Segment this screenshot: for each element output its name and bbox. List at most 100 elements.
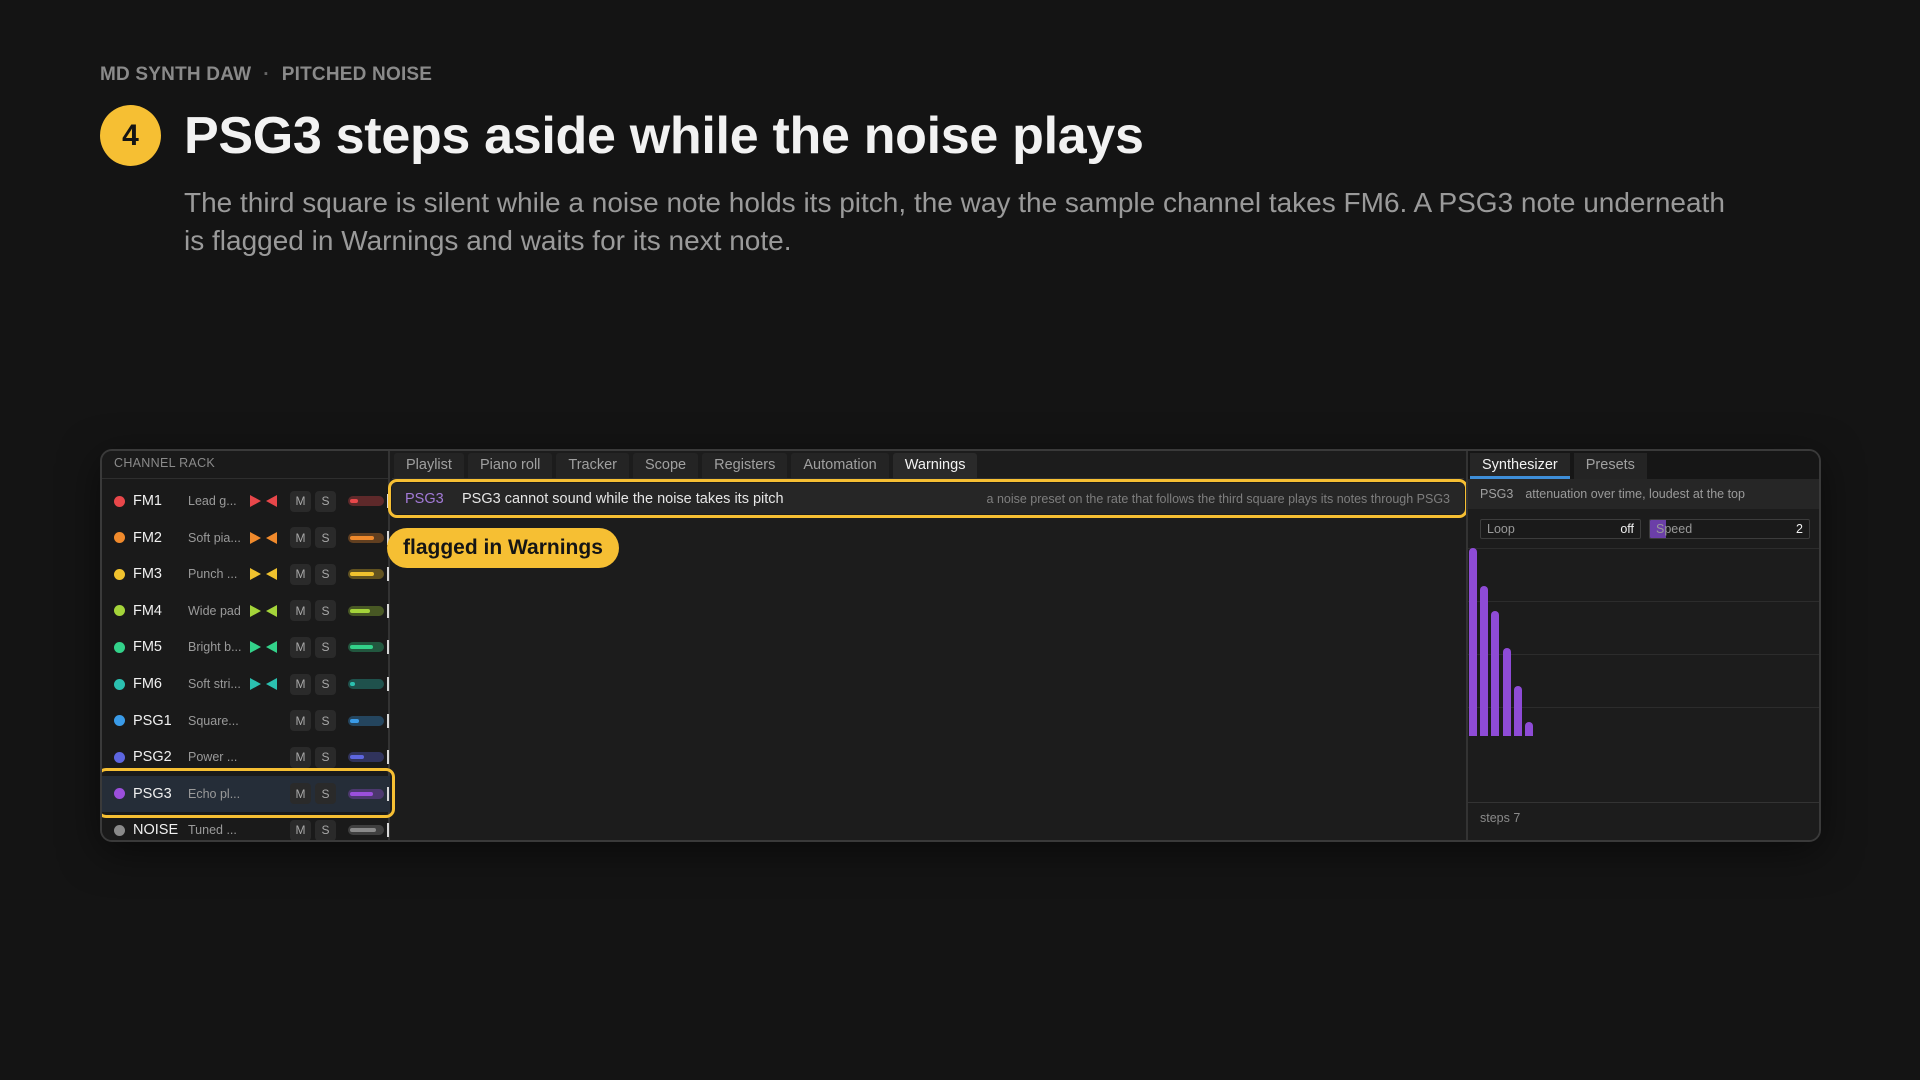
mute-button[interactable]: M xyxy=(290,673,311,695)
solo-button[interactable]: S xyxy=(315,746,336,768)
envelope-step-bar[interactable] xyxy=(1513,686,1522,736)
solo-button[interactable]: S xyxy=(315,600,336,622)
step-number-badge: 4 xyxy=(100,105,161,166)
channel-preset[interactable]: Echo pl... xyxy=(188,787,250,801)
channel-color-dot xyxy=(114,678,125,690)
tab-automation[interactable]: Automation xyxy=(791,453,889,478)
mute-button[interactable]: M xyxy=(290,490,311,512)
pan-control[interactable] xyxy=(250,604,290,617)
envelope-step-bar[interactable] xyxy=(1525,722,1533,736)
mute-button[interactable]: M xyxy=(290,527,311,549)
tab-synthesizer[interactable]: Synthesizer xyxy=(1470,453,1570,479)
volume-slider[interactable] xyxy=(348,642,384,653)
channel-preset[interactable]: Power ... xyxy=(188,750,250,764)
main-panel: Playlist Piano roll Tracker Scope Registers A… xyxy=(387,451,1468,840)
channel-color-dot xyxy=(114,641,125,653)
channel-row-fm3[interactable]: FM3 Punch ... M S xyxy=(102,556,390,592)
volume-slider[interactable] xyxy=(348,752,384,763)
envelope-step-bar[interactable] xyxy=(1469,548,1477,736)
channel-row-fm2[interactable]: FM2 Soft pia... M S xyxy=(102,520,390,556)
channel-name: PSG1 xyxy=(133,712,172,729)
solo-button[interactable]: S xyxy=(315,673,336,695)
tab-playlist[interactable]: Playlist xyxy=(394,453,464,478)
solo-button[interactable]: S xyxy=(315,563,336,585)
tab-presets[interactable]: Presets xyxy=(1573,453,1647,479)
tab-warnings[interactable]: Warnings xyxy=(892,453,978,478)
volume-slider[interactable] xyxy=(348,569,384,580)
warning-channel: PSG3 xyxy=(405,490,444,507)
envelope-step-bar[interactable] xyxy=(1502,648,1511,736)
warning-message: PSG3 cannot sound while the noise takes … xyxy=(462,490,784,507)
channel-color-dot xyxy=(114,715,125,727)
volume-slider[interactable] xyxy=(348,825,384,836)
pan-left-icon xyxy=(266,641,277,654)
volume-slider[interactable] xyxy=(348,532,384,543)
volume-slider[interactable] xyxy=(348,715,384,726)
channel-preset[interactable]: Soft stri... xyxy=(188,677,250,691)
channel-row-noise[interactable]: NOISE Tuned ... M S xyxy=(102,812,390,840)
loop-value: off xyxy=(1620,522,1634,536)
volume-end-marker xyxy=(387,713,389,728)
channel-row-psg3[interactable]: PSG3 Echo pl... M S xyxy=(102,775,390,812)
volume-slider[interactable] xyxy=(348,496,384,506)
pan-control[interactable] xyxy=(250,568,290,581)
mute-button[interactable]: M xyxy=(290,819,311,840)
channel-name: FM2 xyxy=(133,529,162,546)
solo-button[interactable]: S xyxy=(315,636,336,658)
volume-end-marker xyxy=(387,677,389,691)
pan-left-icon xyxy=(266,568,277,581)
channel-row-psg1[interactable]: PSG1 Square... M S xyxy=(102,703,390,739)
envelope-step-bar[interactable] xyxy=(1491,611,1500,736)
channel-preset[interactable]: Tuned ... xyxy=(188,823,250,837)
daw-window: CHANNEL RACK FM1 Lead g... M S FM2 Soft pia..… xyxy=(100,449,1821,842)
speed-control[interactable]: Speed 2 xyxy=(1649,519,1810,539)
pan-control[interactable] xyxy=(250,678,290,690)
channel-color-dot xyxy=(114,751,125,763)
channel-row-psg2[interactable]: PSG2 Power ... M S xyxy=(102,739,390,775)
volume-slider[interactable] xyxy=(348,605,384,616)
channel-preset[interactable]: Punch ... xyxy=(188,567,250,581)
pan-control[interactable] xyxy=(250,531,290,544)
channel-row-fm6[interactable]: FM6 Soft stri... M S xyxy=(102,666,390,702)
loop-control[interactable]: Loop off xyxy=(1480,519,1641,539)
channel-row-fm5[interactable]: FM5 Bright b... M S xyxy=(102,629,390,665)
solo-button[interactable]: S xyxy=(315,783,336,805)
volume-fill xyxy=(350,535,374,540)
mute-button[interactable]: M xyxy=(290,636,311,658)
channel-color-dot xyxy=(114,532,125,544)
pan-control[interactable] xyxy=(250,641,290,654)
channel-color-dot xyxy=(114,788,125,800)
tab-piano-roll[interactable]: Piano roll xyxy=(467,453,553,478)
envelope-step-bar[interactable] xyxy=(1480,586,1489,736)
channel-preset[interactable]: Lead g... xyxy=(188,494,250,508)
mute-button[interactable]: M xyxy=(290,783,311,805)
warning-row[interactable]: PSG3 PSG3 cannot sound while the noise t… xyxy=(392,483,1464,514)
mute-button[interactable]: M xyxy=(290,563,311,585)
solo-button[interactable]: S xyxy=(315,490,336,512)
grid-line xyxy=(1468,548,1819,549)
mute-button[interactable]: M xyxy=(290,710,311,732)
tab-registers[interactable]: Registers xyxy=(702,453,788,478)
volume-slider[interactable] xyxy=(348,788,384,799)
tab-scope[interactable]: Scope xyxy=(633,453,699,478)
solo-button[interactable]: S xyxy=(315,710,336,732)
channel-preset[interactable]: Square... xyxy=(188,714,250,728)
envelope-graph[interactable] xyxy=(1468,548,1819,736)
mute-button[interactable]: M xyxy=(290,746,311,768)
volume-slider[interactable] xyxy=(348,679,384,689)
channel-row-fm1[interactable]: FM1 Lead g... M S xyxy=(102,483,390,519)
mute-button[interactable]: M xyxy=(290,600,311,622)
channel-row-fm4[interactable]: FM4 Wide pad M S xyxy=(102,593,390,629)
channel-color-dot xyxy=(114,495,125,507)
pan-control[interactable] xyxy=(250,495,290,507)
channel-preset[interactable]: Soft pia... xyxy=(188,531,250,545)
volume-end-marker xyxy=(387,603,389,618)
tab-tracker[interactable]: Tracker xyxy=(556,453,629,478)
channel-preset[interactable]: Bright b... xyxy=(188,640,250,654)
pan-left-icon xyxy=(266,495,277,507)
breadcrumb-app: MD SYNTH DAW xyxy=(100,64,252,85)
solo-button[interactable]: S xyxy=(315,819,336,840)
volume-fill xyxy=(350,828,376,833)
channel-preset[interactable]: Wide pad xyxy=(188,604,250,618)
solo-button[interactable]: S xyxy=(315,527,336,549)
